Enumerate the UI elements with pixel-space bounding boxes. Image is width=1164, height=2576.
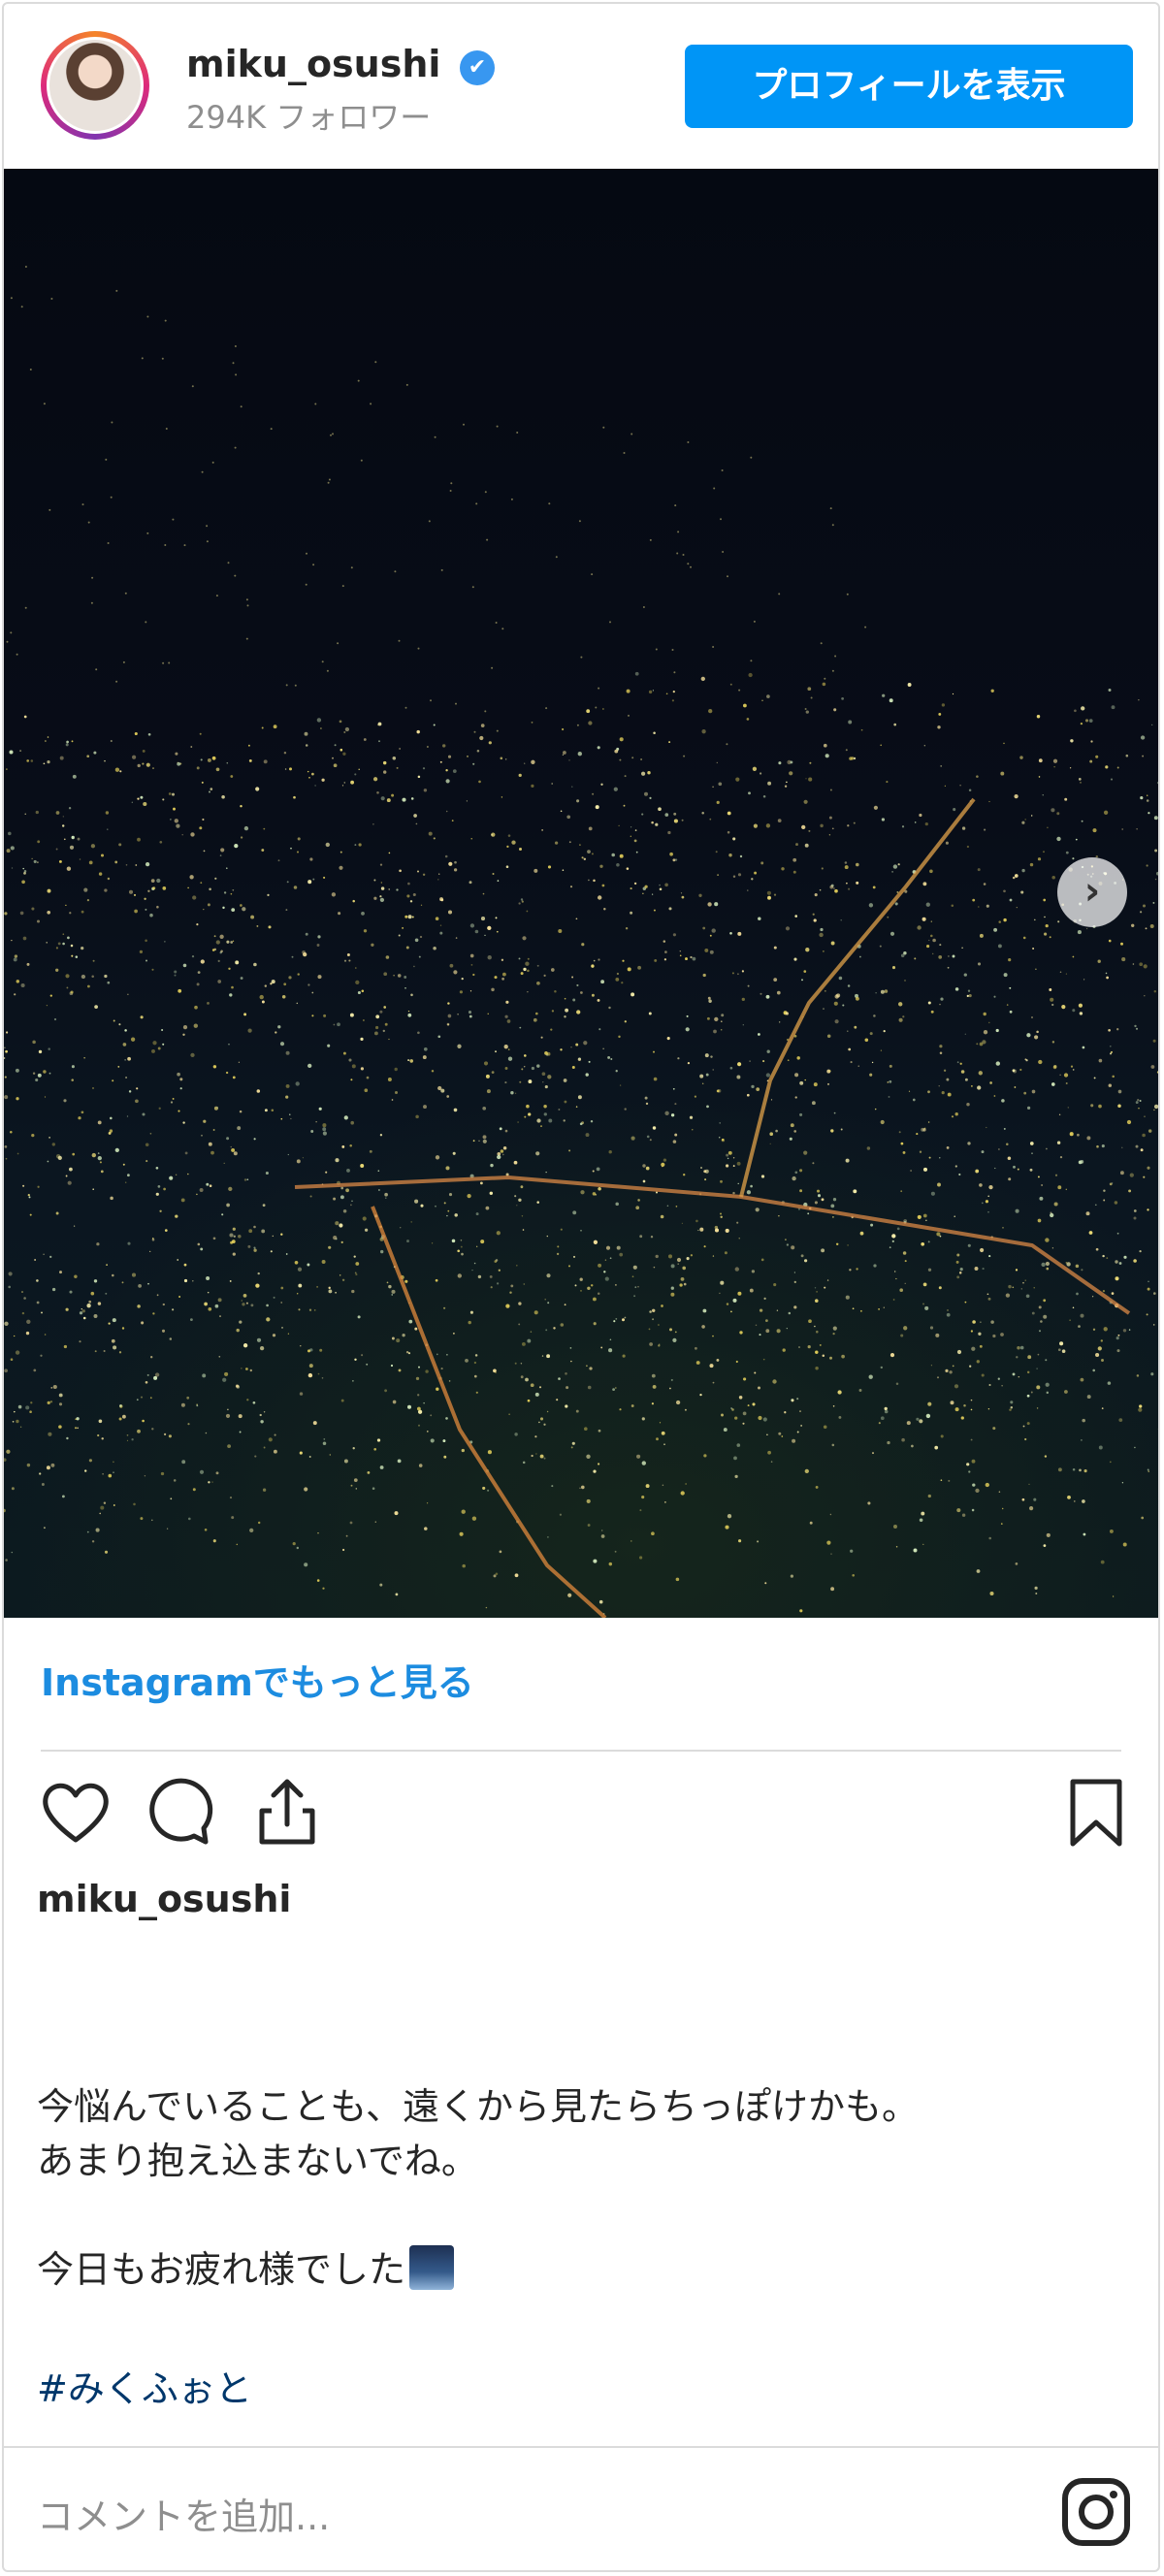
comment-input[interactable]: コメントを追加...: [37, 2487, 330, 2540]
divider: [4, 2446, 1158, 2448]
hashtag-link[interactable]: #みくふぉと: [37, 2359, 252, 2412]
instagram-embed: miku_osushi ✔ 294K フォロワー プロフィールを表示 › Ins…: [2, 2, 1160, 2572]
view-more-link[interactable]: Instagramでもっと見る: [41, 1653, 474, 1706]
next-image-button[interactable]: ›: [1057, 857, 1127, 927]
caption-line: 今悩んでいることも、遠くから見たらちっぽけかも。: [37, 2085, 919, 2128]
caption-line: あまり抱え込まないでね。: [37, 2140, 478, 2182]
post-image[interactable]: ›: [4, 169, 1158, 1618]
caption-username[interactable]: miku_osushi: [37, 1878, 291, 1920]
heart-icon[interactable]: [37, 1774, 114, 1852]
follower-count: 294K フォロワー: [186, 99, 432, 136]
verified-badge-icon: ✔: [460, 50, 495, 85]
caption-line: 今日もお疲れ様でした: [37, 2248, 406, 2291]
avatar-image: [47, 37, 144, 134]
post-caption: 今悩んでいることも、遠くから見たらちっぽけかも。 あまり抱え込まないでね。 今日…: [37, 2079, 919, 2297]
post-header: miku_osushi ✔ 294K フォロワー プロフィールを表示: [4, 4, 1158, 169]
avatar[interactable]: [41, 31, 149, 140]
night-city-emoji-icon: [409, 2245, 455, 2290]
comment-icon[interactable]: [140, 1774, 217, 1852]
share-icon[interactable]: [248, 1774, 326, 1852]
divider: [41, 1750, 1121, 1752]
city-lights-layer: [4, 266, 1158, 1618]
username[interactable]: miku_osushi: [186, 43, 440, 85]
view-profile-button[interactable]: プロフィールを表示: [685, 45, 1133, 128]
bookmark-icon[interactable]: [1057, 1774, 1135, 1852]
instagram-icon[interactable]: [1057, 2473, 1135, 2551]
